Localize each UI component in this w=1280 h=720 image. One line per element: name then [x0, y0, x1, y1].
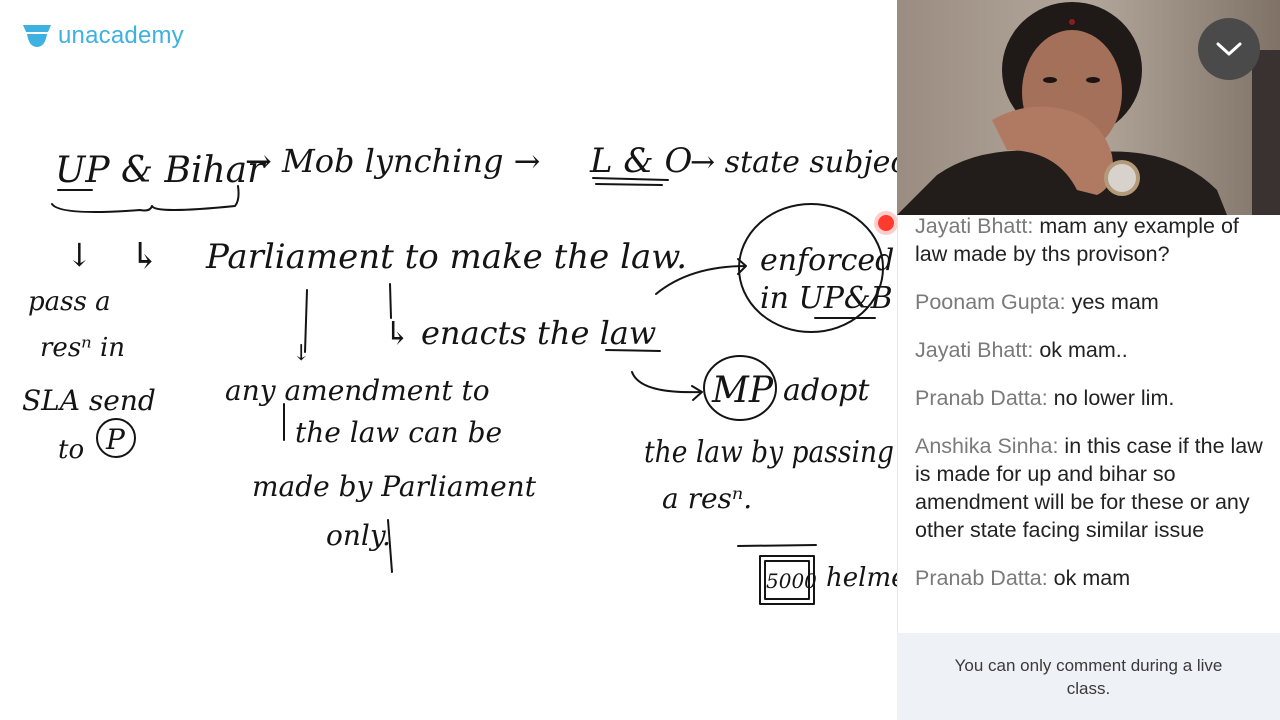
chat-author: Anshika Sinha:: [915, 434, 1059, 458]
chat-author: Jayati Bhatt:: [915, 215, 1034, 238]
note-state-subject: → state subject: [690, 145, 897, 180]
chat-author: Jayati Bhatt:: [915, 338, 1034, 362]
comment-disabled-notice: You can only comment during a live class…: [897, 633, 1280, 720]
arrow-to-mp: [631, 371, 703, 401]
chat-message: Pranab Datta: ok mam: [915, 564, 1264, 592]
whiteboard: unacademy UP & Bihar → Mob lynching → L …: [0, 0, 897, 720]
note-law-by-passing: the law by passing: [644, 435, 894, 470]
note-hook-arrow-1: ↳: [130, 236, 160, 277]
chat-author: Pranab Datta:: [915, 566, 1048, 590]
line-above-5000: [737, 544, 817, 547]
chat-message-list[interactable]: Jayati Bhatt: mam any example of law mad…: [898, 215, 1280, 612]
chat-author: Poonam Gupta:: [915, 290, 1066, 314]
note-adopt: adopt: [783, 373, 870, 408]
note-helmet: helmet: [826, 563, 897, 593]
note-law-order: L & O: [589, 141, 692, 181]
chat-message: Pranab Datta: no lower lim.: [915, 384, 1264, 412]
handwritten-notes: UP & Bihar → Mob lynching → L & O → stat…: [22, 141, 897, 605]
note-mob-lynching: → Mob lynching →: [245, 142, 540, 180]
chat-text: yes mam: [1071, 290, 1159, 314]
note-down-arrow-2: ↓: [292, 341, 310, 366]
hook-stem: [389, 283, 392, 319]
chat-message: Jayati Bhatt: mam any example of law mad…: [915, 215, 1264, 268]
notice-text: You can only comment during a live class…: [954, 655, 1223, 698]
note-p: P: [105, 423, 126, 456]
chat-text: no lower lim.: [1053, 386, 1175, 410]
note-up-bihar: UP & Bihar: [55, 150, 266, 191]
note-enforced: enforced: [760, 243, 894, 278]
chat-message: Poonam Gupta: yes mam: [915, 288, 1264, 316]
note-enacts-law: ↳ enacts the law: [384, 314, 656, 352]
note-a-resolution: a resⁿ.: [662, 482, 752, 515]
note-parliament-make-law: Parliament to make the law.: [205, 237, 687, 277]
live-indicator-dot: [878, 215, 894, 231]
note-law-can-be: the law can be: [295, 416, 502, 449]
note-sla-send: SLA send: [22, 384, 156, 417]
underline-law: [605, 349, 661, 352]
collapse-video-button[interactable]: [1198, 18, 1260, 80]
note-in-upb: in UP&B: [760, 281, 893, 316]
note-down-arrow-1: ↓: [66, 236, 93, 274]
note-to: to: [58, 435, 84, 465]
note-mp: MP: [711, 370, 774, 411]
note-resolution-in: resⁿ in: [40, 333, 125, 363]
chat-message: Anshika Sinha: in this case if the law i…: [915, 432, 1264, 544]
note-pass-a: pass a: [28, 287, 111, 317]
note-5000: 5000: [766, 569, 817, 593]
underline-law-order: [592, 177, 669, 186]
chat-message: Jayati Bhatt: ok mam..: [915, 336, 1264, 364]
chat-panel[interactable]: Jayati Bhatt: mam any example of law mad…: [897, 215, 1280, 633]
note-only: only.: [326, 519, 391, 552]
chat-text: ok mam: [1053, 566, 1131, 590]
educator-video-feed: [897, 0, 1280, 215]
note-any-amendment: any amendment to: [225, 374, 490, 407]
note-made-by-parliament: made by Parliament: [252, 470, 537, 503]
chat-author: Pranab Datta:: [915, 386, 1048, 410]
chat-text: ok mam..: [1039, 338, 1128, 362]
chevron-down-icon: [1216, 42, 1242, 56]
